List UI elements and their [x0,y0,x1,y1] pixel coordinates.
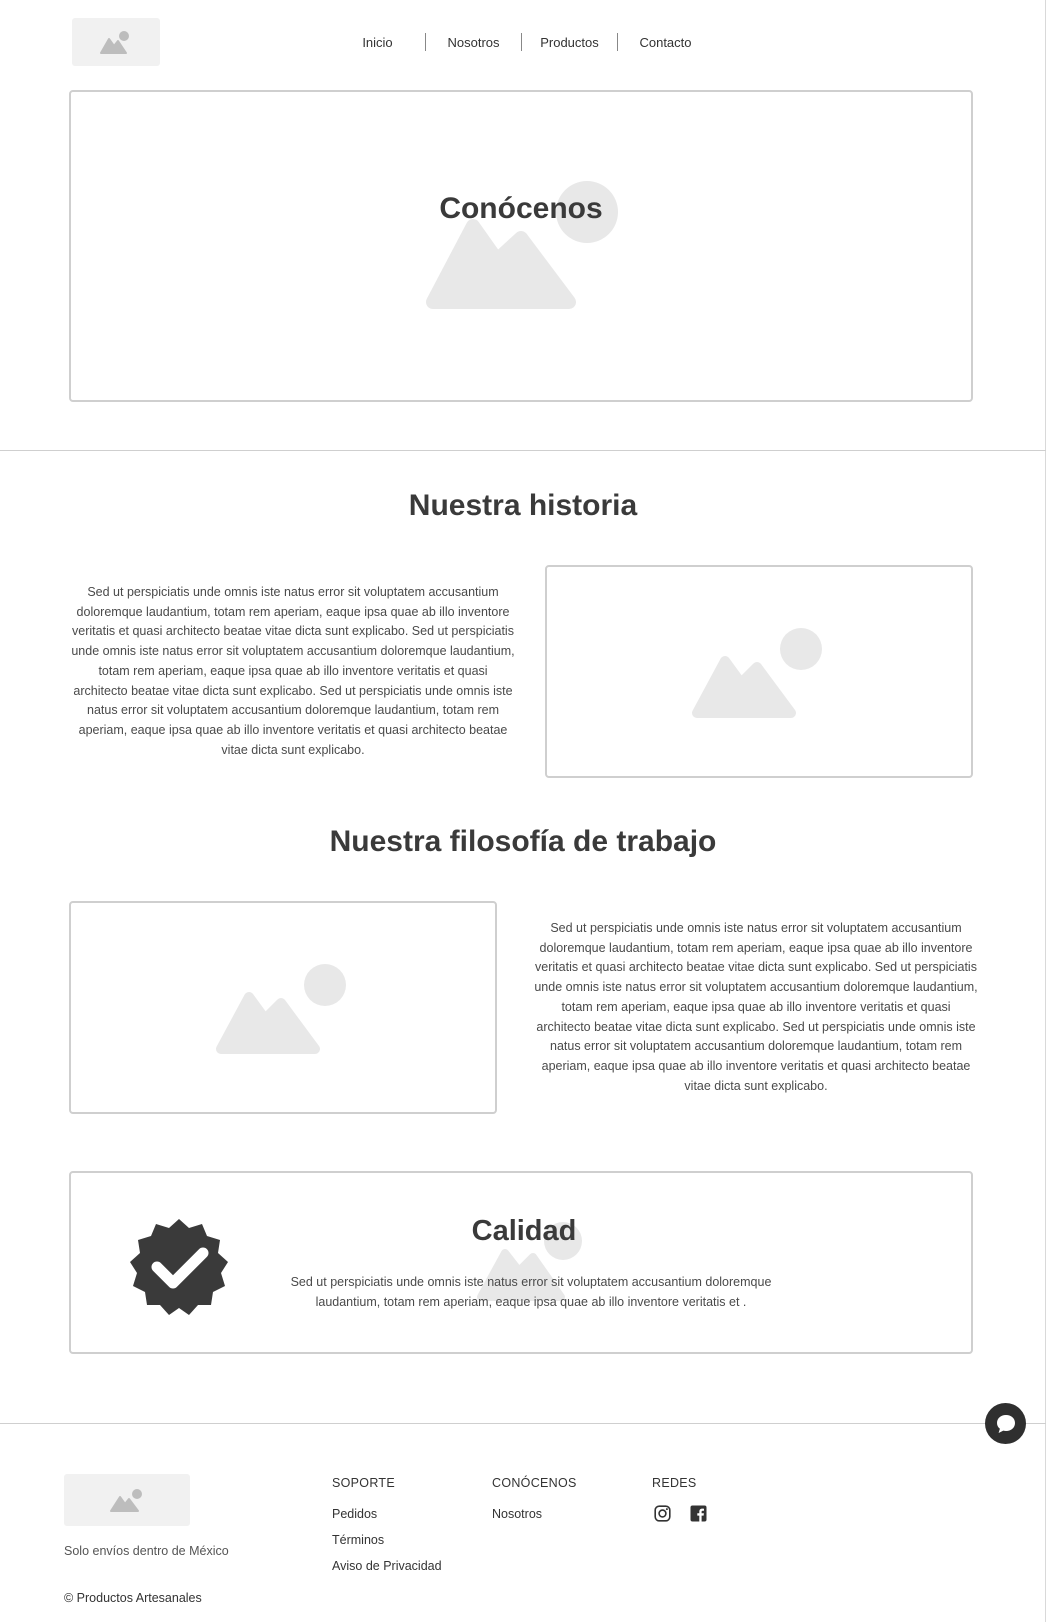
nav-item-inicio[interactable]: Inicio [330,35,425,50]
footer-link-aviso-privacidad[interactable]: Aviso de Privacidad [332,1559,442,1573]
footer-divider [0,1423,1046,1424]
section-divider [0,450,1046,451]
image-placeholder-icon [215,963,347,1055]
historia-image [545,565,973,778]
footer-link-nosotros[interactable]: Nosotros [492,1507,542,1521]
filosofia-text: Sed ut perspiciatis unde omnis iste natu… [534,921,978,1093]
footer-heading-conocenos: CONÓCENOS [492,1476,577,1490]
nav-item-contacto[interactable]: Contacto [618,35,713,50]
footer-heading-soporte: SOPORTE [332,1476,395,1490]
historia-heading: Nuestra historia [408,489,638,522]
historia-text: Sed ut perspiciatis unde omnis iste natu… [71,585,515,757]
main-nav: Inicio Nosotros Productos Contacto [330,28,713,56]
hero-title: Conócenos [439,192,603,225]
header-logo[interactable] [72,18,160,66]
filosofia-image [69,901,497,1114]
calidad-heading: Calidad [471,1215,577,1247]
footer-link-terminos[interactable]: Términos [332,1533,384,1547]
calidad-card: Calidad Sed ut perspiciatis unde omnis i… [69,1171,973,1354]
filosofia-heading: Nuestra filosofía de trabajo [329,825,717,858]
footer-link-pedidos[interactable]: Pedidos [332,1507,377,1521]
footer-copyright: © Productos Artesanales [64,1591,202,1605]
image-placeholder-icon [691,627,823,719]
footer-logo[interactable] [64,1474,190,1526]
nav-item-productos[interactable]: Productos [522,35,617,50]
facebook-icon[interactable] [687,1502,709,1524]
image-placeholder-icon [100,31,129,54]
footer-heading-redes: REDES [652,1476,697,1490]
chat-bubble-icon [996,1414,1015,1433]
chat-button[interactable] [985,1403,1026,1444]
nav-item-nosotros[interactable]: Nosotros [426,35,521,50]
calidad-text: Sed ut perspiciatis unde omnis iste natu… [290,1275,772,1309]
footer-tagline: Solo envíos dentro de México [64,1544,229,1558]
instagram-icon[interactable] [651,1502,673,1524]
hero-banner: Conócenos [69,90,973,402]
image-placeholder-icon [110,1489,142,1512]
